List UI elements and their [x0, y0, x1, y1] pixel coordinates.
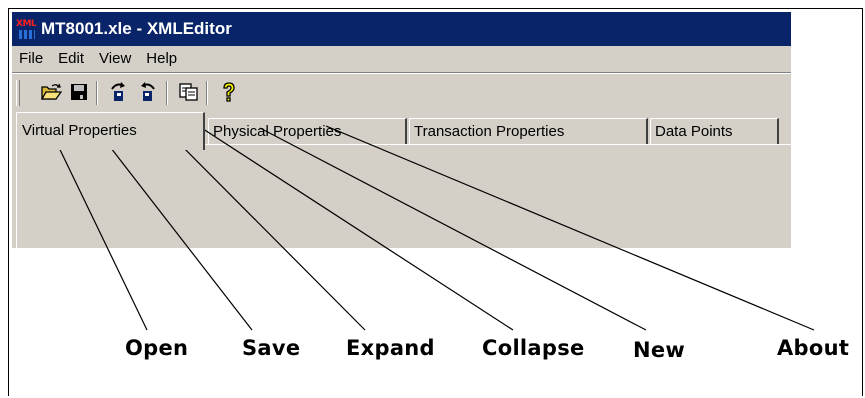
callout-open: Open: [125, 336, 189, 360]
callout-save: Save: [242, 336, 301, 360]
tab-label: Virtual Properties: [22, 122, 137, 139]
tab-virtual-properties[interactable]: Virtual Properties: [16, 112, 205, 150]
callout-about: About: [777, 336, 850, 360]
callout-expand: Expand: [346, 336, 435, 360]
callout-labels: Open Save Expand Collapse New About: [0, 0, 865, 398]
callout-new: New: [633, 338, 686, 362]
callout-collapse: Collapse: [482, 336, 585, 360]
